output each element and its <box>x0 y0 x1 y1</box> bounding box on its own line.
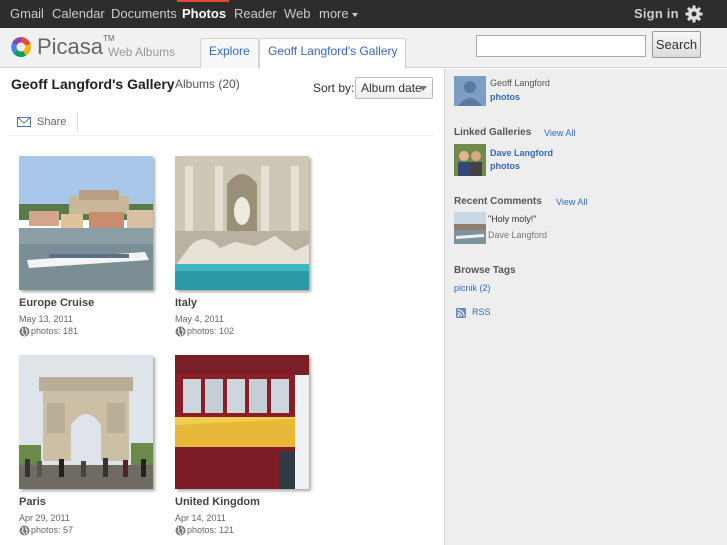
sidebar: Geoff Langford photos Linked Galleries V… <box>444 69 727 545</box>
album-title[interactable]: United Kingdom <box>175 496 260 508</box>
sign-in-link[interactable]: Sign in <box>634 6 679 21</box>
trademark: TM <box>103 34 115 43</box>
linked-avatar[interactable] <box>454 144 486 176</box>
tag-link[interactable]: picnik (2) <box>454 283 491 293</box>
albums-count: Albums (20) <box>175 77 240 91</box>
globe-icon <box>175 525 186 536</box>
page-title: Geoff Langford's Gallery <box>11 76 175 92</box>
tab-explore[interactable]: Explore <box>200 38 259 68</box>
album-cover-image <box>175 156 309 290</box>
owner-photos-link[interactable]: photos <box>490 92 520 102</box>
globe-icon <box>175 326 186 337</box>
rss-label: RSS <box>472 307 491 317</box>
divider <box>8 135 433 136</box>
nav-photos[interactable]: Photos <box>182 6 226 21</box>
search-button[interactable]: Search <box>652 31 701 58</box>
album-title[interactable]: Paris <box>19 496 46 508</box>
header: PicasaTM Web Albums Explore Geoff Langfo… <box>0 28 727 69</box>
album-photo-count: photos: 57 <box>19 525 73 536</box>
linked-galleries-heading: Linked Galleries <box>454 127 532 138</box>
linked-view-all-link[interactable]: View All <box>544 128 575 138</box>
nav-more[interactable]: more <box>319 6 358 21</box>
gear-icon[interactable] <box>684 4 704 24</box>
brand-name[interactable]: PicasaTM <box>37 34 115 60</box>
album-count-text: photos: 102 <box>187 326 235 336</box>
album-date: Apr 14, 2011 <box>175 513 226 523</box>
album-thumbnail[interactable] <box>175 156 309 290</box>
album-count-text: photos: 121 <box>187 525 235 535</box>
album-card[interactable]: Europe Cruise May 13, 2011 photos: 181 <box>19 156 169 346</box>
linked-photos-link[interactable]: photos <box>490 161 520 171</box>
album-card[interactable]: United Kingdom Apr 14, 2011 photos: 121 <box>175 355 325 545</box>
browse-tags-heading: Browse Tags <box>454 265 516 276</box>
album-thumbnail[interactable] <box>19 156 153 290</box>
divider <box>77 112 78 132</box>
album-date: May 4, 2011 <box>175 314 224 324</box>
search-input[interactable] <box>476 35 646 57</box>
album-photo-count: photos: 102 <box>175 326 234 337</box>
tab-gallery[interactable]: Geoff Langford's Gallery <box>259 38 407 69</box>
comment-text: "Holy moly!" <box>488 214 537 224</box>
album-cover-image <box>19 156 153 290</box>
album-cover-image <box>175 355 309 489</box>
owner-name: Geoff Langford <box>490 78 550 88</box>
sort-select[interactable]: Album date <box>355 77 433 99</box>
google-bar: Gmail Calendar Documents Photos Reader W… <box>0 0 727 28</box>
album-card[interactable]: Italy May 4, 2011 photos: 102 <box>175 156 325 346</box>
album-photo-count: photos: 181 <box>19 326 78 337</box>
sort-select-value: Album date <box>361 81 422 95</box>
album-card[interactable]: Paris Apr 29, 2011 photos: 57 <box>19 355 169 545</box>
comments-view-all-link[interactable]: View All <box>556 197 587 207</box>
share-button[interactable]: Share <box>17 116 66 128</box>
main-content: Geoff Langford's Gallery Albums (20) Sor… <box>0 69 444 545</box>
nav-calendar[interactable]: Calendar <box>52 6 105 21</box>
album-thumbnail[interactable] <box>19 355 153 489</box>
comment-author: Dave Langford <box>488 230 548 240</box>
chevron-down-icon <box>419 86 427 91</box>
album-date: May 13, 2011 <box>19 314 73 324</box>
recent-comments-heading: Recent Comments <box>454 196 542 207</box>
globe-icon <box>19 525 30 536</box>
sort-label: Sort by: <box>313 81 355 95</box>
album-title[interactable]: Europe Cruise <box>19 297 94 309</box>
album-count-text: photos: 57 <box>31 525 74 535</box>
album-date: Apr 29, 2011 <box>19 513 70 523</box>
picasa-logo-icon[interactable] <box>9 35 33 59</box>
album-count-text: photos: 181 <box>31 326 79 336</box>
rss-icon <box>456 307 466 318</box>
rss-link[interactable]: RSS <box>456 307 491 318</box>
active-indicator <box>177 0 229 2</box>
nav-web[interactable]: Web <box>284 6 311 21</box>
linked-gallery-name[interactable]: Dave Langford <box>490 148 553 158</box>
globe-icon <box>19 326 30 337</box>
nav-documents[interactable]: Documents <box>111 6 177 21</box>
brand-text: Picasa <box>37 34 104 59</box>
album-thumbnail[interactable] <box>175 355 309 489</box>
album-photo-count: photos: 121 <box>175 525 234 536</box>
share-label: Share <box>37 116 67 128</box>
album-title[interactable]: Italy <box>175 297 197 309</box>
chevron-down-icon <box>351 12 358 17</box>
album-cover-image <box>19 355 153 489</box>
nav-more-label: more <box>319 6 349 21</box>
nav-reader[interactable]: Reader <box>234 6 277 21</box>
envelope-icon <box>17 117 31 128</box>
brand-subtitle: Web Albums <box>108 45 176 59</box>
avatar[interactable] <box>454 76 486 106</box>
comment-thumbnail[interactable] <box>454 212 486 244</box>
nav-gmail[interactable]: Gmail <box>10 6 44 21</box>
